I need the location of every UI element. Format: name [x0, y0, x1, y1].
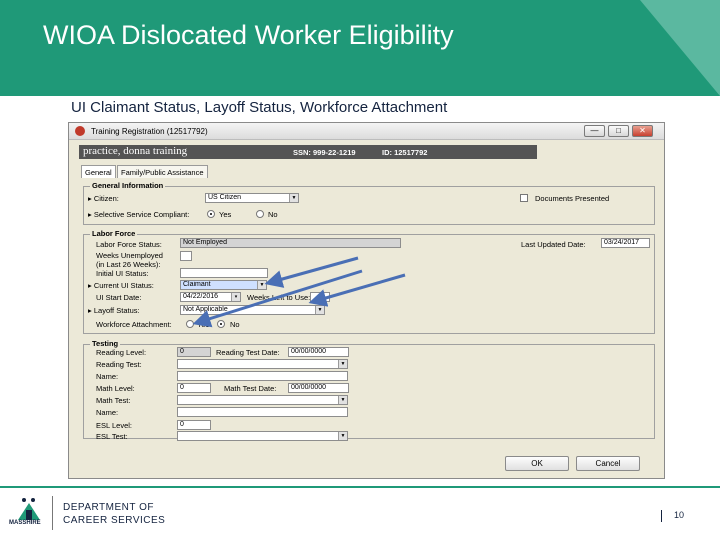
last-updated-field: 03/24/2017	[601, 238, 650, 248]
participant-name: practice, donna training	[83, 145, 188, 157]
close-button[interactable]: ✕	[632, 125, 653, 137]
calendar-icon: ▾	[231, 293, 240, 301]
math-name-label: Name:	[96, 408, 119, 417]
window-title: Training Registration (12517792)	[91, 127, 208, 136]
labor-force-status-field: Not Employed	[180, 238, 401, 248]
math-test-label: Math Test:	[96, 396, 131, 405]
weeks-left-field[interactable]	[310, 292, 330, 302]
labor-force-heading: Labor Force	[90, 229, 138, 238]
ui-start-date-value: 04/22/2016	[183, 293, 219, 300]
esl-test-select[interactable]: ▼	[177, 431, 348, 441]
reading-level-field: 0	[177, 347, 211, 357]
minimize-button[interactable]: —	[584, 125, 605, 137]
workforce-attachment-label: Workforce Attachment:	[96, 320, 172, 329]
initial-ui-status-label: Initial UI Status:	[96, 269, 149, 278]
department-line-2: CAREER SERVICES	[63, 515, 166, 526]
citizen-select[interactable]: US Citizen ▼	[205, 193, 299, 203]
slide-title: WIOA Dislocated Worker Eligibility	[43, 20, 454, 50]
current-ui-status-label: ▸ Current UI Status:	[88, 281, 154, 290]
workforce-attachment-yes-radio[interactable]	[186, 320, 194, 328]
ui-start-date-field[interactable]: 04/22/2016 ▾	[180, 292, 241, 302]
math-level-label: Math Level:	[96, 384, 135, 393]
footer-separator	[52, 496, 53, 530]
citizen-label: ▸ Citizen:	[88, 194, 119, 203]
page-number-separator	[661, 510, 662, 522]
testing-heading: Testing	[90, 339, 121, 348]
slide-subtitle: UI Claimant Status, Layoff Status, Workf…	[71, 99, 448, 116]
current-ui-status-value: Claimant	[183, 281, 211, 288]
page-number: 10	[674, 510, 685, 520]
reading-test-date-field[interactable]: 00/00/0000	[288, 347, 349, 357]
weeks-unemployed-field[interactable]	[180, 251, 192, 261]
reading-test-date-label: Reading Test Date:	[216, 348, 280, 357]
workforce-attachment-yes-label: Yes	[197, 320, 210, 329]
esl-level-field[interactable]: 0	[177, 420, 211, 430]
workforce-attachment-no-radio[interactable]	[217, 320, 225, 328]
tab-family-public-assistance[interactable]: Family/Public Assistance	[117, 165, 208, 178]
labor-force-status-label: Labor Force Status:	[96, 240, 162, 249]
maximize-button[interactable]: □	[608, 125, 629, 137]
layoff-status-value: Not Applicable	[183, 306, 228, 313]
chevron-down-icon: ▼	[289, 194, 298, 202]
masshire-logo-text: MASSHIRE	[9, 520, 41, 526]
chevron-down-icon: ▼	[338, 396, 347, 404]
ui-start-date-label: UI Start Date:	[96, 293, 142, 302]
workforce-attachment-no-label: No	[230, 320, 240, 329]
chevron-down-icon: ▼	[338, 360, 347, 368]
participant-banner: practice, donna training SSN: 999-22-121…	[79, 145, 537, 159]
chevron-down-icon: ▼	[338, 432, 347, 440]
participant-id: ID: 12517792	[382, 148, 428, 157]
initial-ui-status-field	[180, 268, 268, 278]
selective-service-yes-radio[interactable]	[207, 210, 215, 218]
general-information-heading: General Information	[90, 181, 166, 190]
selective-service-no-radio[interactable]	[256, 210, 264, 218]
footer-rule	[0, 486, 720, 488]
training-registration-window: Training Registration (12517792) — □ ✕ p…	[68, 122, 665, 479]
masshire-logo-icon	[18, 498, 40, 520]
app-icon	[75, 126, 85, 136]
documents-presented-checkbox[interactable]	[520, 194, 528, 202]
layoff-status-label: ▸ Layoff Status:	[88, 306, 140, 315]
selective-service-yes-label: Yes	[219, 210, 232, 219]
math-test-select[interactable]: ▼	[177, 395, 348, 405]
esl-level-label: ESL Level:	[96, 421, 132, 430]
participant-ssn: SSN: 999-22-1219	[293, 148, 356, 157]
general-information-group: General Information ▸ Citizen: US Citize…	[83, 181, 655, 225]
reading-test-label: Reading Test:	[96, 360, 142, 369]
esl-test-label: ESL Test:	[96, 432, 128, 441]
reading-level-label: Reading Level:	[96, 348, 147, 357]
current-ui-status-select[interactable]: Claimant ▼	[180, 280, 267, 290]
weeks-unemployed-label: Weeks Unemployed	[96, 251, 163, 260]
layoff-status-select[interactable]: Not Applicable ▼	[180, 305, 325, 315]
selective-service-label: ▸ Selective Service Compliant:	[88, 210, 190, 219]
chevron-down-icon: ▼	[257, 281, 266, 289]
math-name-field[interactable]	[177, 407, 348, 417]
cancel-button[interactable]: Cancel	[576, 456, 640, 471]
window-title-bar: Training Registration (12517792) — □ ✕	[69, 123, 664, 140]
ok-button[interactable]: OK	[505, 456, 569, 471]
weeks-unemployed-sublabel: (in Last 26 Weeks):	[96, 260, 161, 269]
selective-service-no-label: No	[268, 210, 278, 219]
reading-test-select[interactable]: ▼	[177, 359, 348, 369]
testing-group: Testing Reading Level: 0 Reading Test Da…	[83, 339, 655, 441]
reading-name-field[interactable]	[177, 371, 348, 381]
weeks-left-label: Weeks Left to Use:	[247, 293, 311, 302]
chevron-down-icon: ▼	[315, 306, 324, 314]
math-test-date-field[interactable]: 00/00/0000	[288, 383, 349, 393]
math-test-date-label: Math Test Date:	[224, 384, 277, 393]
labor-force-group: Labor Force Labor Force Status: Not Empl…	[83, 229, 655, 334]
department-line-1: DEPARTMENT OF	[63, 502, 154, 513]
documents-presented-label: Documents Presented	[535, 194, 610, 203]
tab-general[interactable]: General	[81, 165, 116, 178]
title-band-corner	[640, 0, 720, 96]
reading-name-label: Name:	[96, 372, 119, 381]
last-updated-label: Last Updated Date:	[521, 240, 586, 249]
math-level-field[interactable]: 0	[177, 383, 211, 393]
citizen-value: US Citizen	[208, 194, 242, 201]
